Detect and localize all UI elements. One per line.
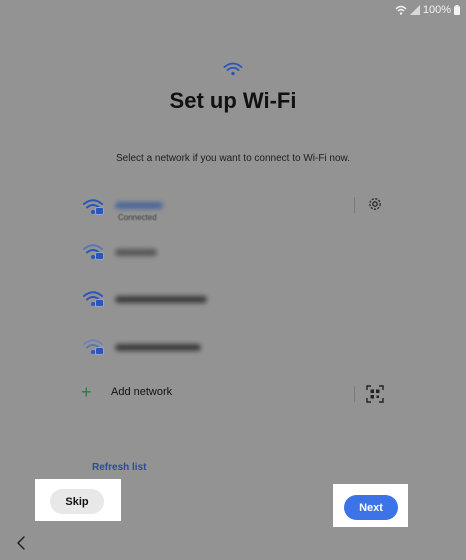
lock-icon: [95, 252, 104, 260]
chevron-left-icon[interactable]: [15, 535, 27, 551]
refresh-list-link[interactable]: Refresh list: [92, 462, 146, 473]
network-name: [115, 249, 157, 256]
page-title: Set up Wi-Fi: [169, 88, 297, 113]
lock-icon: [95, 347, 104, 355]
skip-button[interactable]: Skip: [50, 489, 104, 514]
battery-icon: [454, 5, 460, 15]
page-subtitle: Select a network if you want to connect …: [116, 153, 350, 164]
qr-code-icon[interactable]: [366, 385, 384, 403]
wifi-icon: [223, 62, 243, 76]
plus-icon: +: [81, 382, 92, 402]
signal-icon: [409, 5, 420, 15]
network-item[interactable]: [83, 287, 383, 319]
network-name: [115, 202, 163, 209]
network-name: [115, 296, 207, 303]
network-item[interactable]: [83, 240, 383, 272]
battery-percentage: 100%: [422, 4, 451, 16]
network-name: [115, 344, 201, 351]
add-network-button[interactable]: + Add network: [81, 382, 173, 402]
gear-icon[interactable]: [367, 196, 383, 212]
next-button[interactable]: Next: [344, 495, 398, 520]
lock-icon: [95, 207, 104, 215]
skip-panel: Skip: [35, 479, 121, 521]
divider: [354, 386, 355, 402]
add-network-label: Add network: [111, 386, 173, 398]
wifi-icon: [395, 5, 407, 15]
status-bar: 100%: [395, 4, 460, 16]
network-item[interactable]: [83, 335, 383, 367]
divider: [354, 197, 355, 213]
network-item[interactable]: Connected: [83, 195, 383, 227]
next-panel: Next: [333, 484, 408, 527]
network-status: Connected: [118, 213, 157, 222]
lock-icon: [95, 299, 104, 307]
